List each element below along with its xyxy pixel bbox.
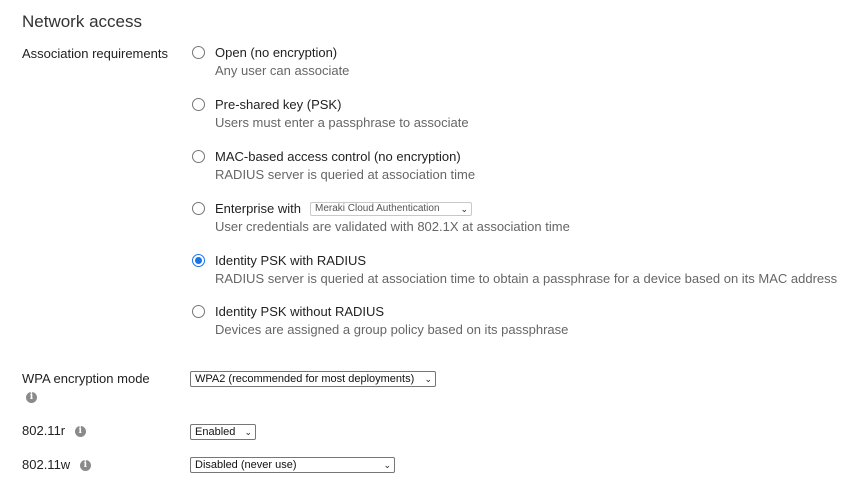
80211r-select-value: Enabled xyxy=(195,426,236,438)
option-enterprise-desc: User credentials are validated with 802.… xyxy=(215,219,570,234)
wpa-mode-label: WPA encryption mode xyxy=(22,371,150,386)
80211r-label: 802.11r i xyxy=(22,423,86,438)
option-open-desc: Any user can associate xyxy=(215,63,350,78)
radio-mac-based[interactable] xyxy=(192,150,205,163)
80211w-select[interactable]: Disabled (never use) ⌄ xyxy=(190,457,395,473)
80211w-label-text: 802.11w xyxy=(22,457,71,472)
info-icon[interactable]: i xyxy=(79,460,91,472)
wpa-mode-select-value: WPA2 (recommended for most deployments) xyxy=(195,373,415,385)
wpa-mode-select[interactable]: WPA2 (recommended for most deployments) … xyxy=(190,371,436,387)
enterprise-auth-select-value: Meraki Cloud Authentication xyxy=(315,203,440,214)
chevron-down-icon: ⌄ xyxy=(460,204,468,214)
option-mac-based-desc: RADIUS server is queried at association … xyxy=(215,167,476,182)
section-title: Network access xyxy=(22,12,142,31)
80211r-label-text: 802.11r xyxy=(22,423,66,438)
option-psk-title: Pre-shared key (PSK) xyxy=(215,97,342,112)
association-requirements-label: Association requirements xyxy=(22,46,168,61)
radio-enterprise[interactable] xyxy=(192,202,205,215)
chevron-down-icon: ⌄ xyxy=(244,427,252,437)
option-identity-psk-radius-title: Identity PSK with RADIUS xyxy=(215,253,366,268)
option-psk-desc: Users must enter a passphrase to associa… xyxy=(215,115,469,130)
info-icon[interactable]: i xyxy=(74,426,86,438)
radio-identity-psk-radius[interactable] xyxy=(192,254,205,267)
80211r-select[interactable]: Enabled ⌄ xyxy=(190,424,256,440)
option-identity-psk-radius-desc: RADIUS server is queried at association … xyxy=(215,271,838,286)
80211w-select-value: Disabled (never use) xyxy=(195,459,297,471)
option-open-title: Open (no encryption) xyxy=(215,45,338,60)
80211w-label: 802.11w i xyxy=(22,457,91,472)
chevron-down-icon: ⌄ xyxy=(383,460,391,470)
wpa-info[interactable]: i xyxy=(26,389,37,404)
radio-psk[interactable] xyxy=(192,98,205,111)
chevron-down-icon: ⌄ xyxy=(424,374,432,384)
option-identity-psk-no-radius-desc: Devices are assigned a group policy base… xyxy=(215,322,569,337)
radio-open[interactable] xyxy=(192,46,205,59)
enterprise-auth-select[interactable]: Meraki Cloud Authentication ⌄ xyxy=(310,202,472,216)
option-mac-based-title: MAC-based access control (no encryption) xyxy=(215,149,461,164)
option-identity-psk-no-radius-title: Identity PSK without RADIUS xyxy=(215,304,385,319)
info-icon[interactable]: i xyxy=(26,392,37,404)
radio-identity-psk-no-radius[interactable] xyxy=(192,305,205,318)
option-enterprise-title: Enterprise with xyxy=(215,201,301,216)
